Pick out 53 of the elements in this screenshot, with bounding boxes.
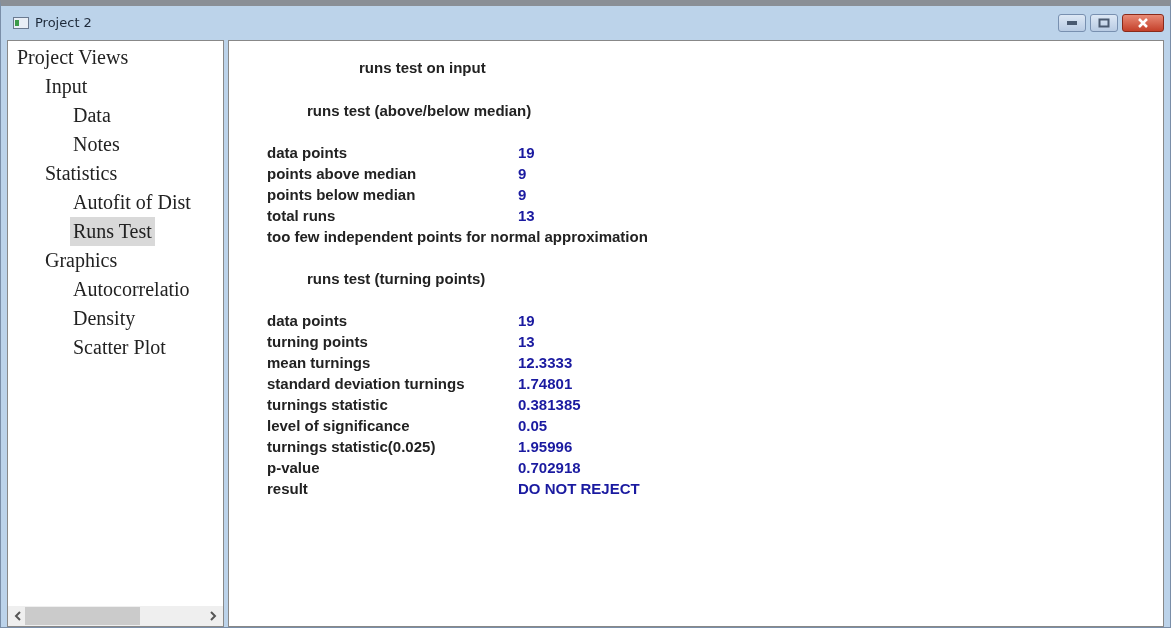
stat-label: total runs [267, 206, 337, 226]
stat-value: 19 [518, 143, 535, 163]
tree-item[interactable]: Autofit of Dist [70, 188, 194, 217]
stat-value: 12.3333 [518, 353, 573, 373]
scroll-right-icon[interactable] [210, 611, 217, 621]
tree-item[interactable]: Runs Test [70, 217, 155, 246]
app-icon [13, 17, 29, 29]
stat-value: 0.381385 [518, 395, 581, 415]
tree-item[interactable]: Project Views [14, 43, 132, 72]
tree-item[interactable]: Autocorrelatio [70, 275, 193, 304]
stat-label: result [267, 479, 309, 499]
stat-label: points above median [267, 164, 418, 184]
tree-item[interactable]: Input [42, 72, 91, 101]
tree-item[interactable]: Density [70, 304, 139, 333]
stat-label: turnings statistic(0.025) [267, 437, 437, 457]
window-title: Project 2 [35, 14, 92, 33]
stat-value: 9 [518, 164, 527, 184]
stat-value: 13 [518, 206, 535, 226]
horizontal-scrollbar[interactable] [8, 606, 223, 626]
stat-label: data points [267, 143, 348, 163]
stat-label: p-value [267, 458, 321, 478]
stat-label: standard deviation turnings [267, 374, 466, 394]
stat-label: data points [267, 311, 348, 331]
tree-item[interactable]: Graphics [42, 246, 121, 275]
stat-value: 13 [518, 332, 535, 352]
maximize-icon [1098, 18, 1110, 28]
note-text: too few independent points for normal approximation [267, 228, 648, 245]
stat-value: 0.702918 [518, 458, 581, 478]
maximize-button[interactable] [1090, 14, 1118, 32]
stat-label: turnings statistic [267, 395, 389, 415]
stat-label: level of significance [267, 416, 411, 436]
stat-value: 9 [518, 185, 527, 205]
close-icon [1137, 18, 1149, 28]
stat-label: points below median [267, 185, 417, 205]
scrollbar-thumb[interactable] [25, 607, 140, 625]
tree-item[interactable]: Scatter Plot [70, 333, 169, 362]
stat-value: 1.74801 [518, 374, 573, 394]
stat-label: turning points [267, 332, 369, 352]
stat-label: mean turnings [267, 353, 372, 373]
stat-value: 19 [518, 311, 535, 331]
close-button[interactable] [1122, 14, 1164, 32]
report-title: runs test on input [359, 59, 486, 76]
stat-value: 1.95996 [518, 437, 573, 457]
section-heading: runs test (turning points) [307, 270, 486, 287]
minimize-icon [1066, 20, 1078, 26]
tree-item[interactable]: Data [70, 101, 114, 130]
tree-item[interactable]: Notes [70, 130, 123, 159]
tree-item[interactable]: Statistics [42, 159, 121, 188]
stat-value: 0.05 [518, 416, 548, 436]
section-heading: runs test (above/below median) [307, 102, 532, 119]
minimize-button[interactable] [1058, 14, 1086, 32]
stat-value: DO NOT REJECT [518, 479, 640, 499]
scroll-left-icon[interactable] [14, 611, 21, 621]
